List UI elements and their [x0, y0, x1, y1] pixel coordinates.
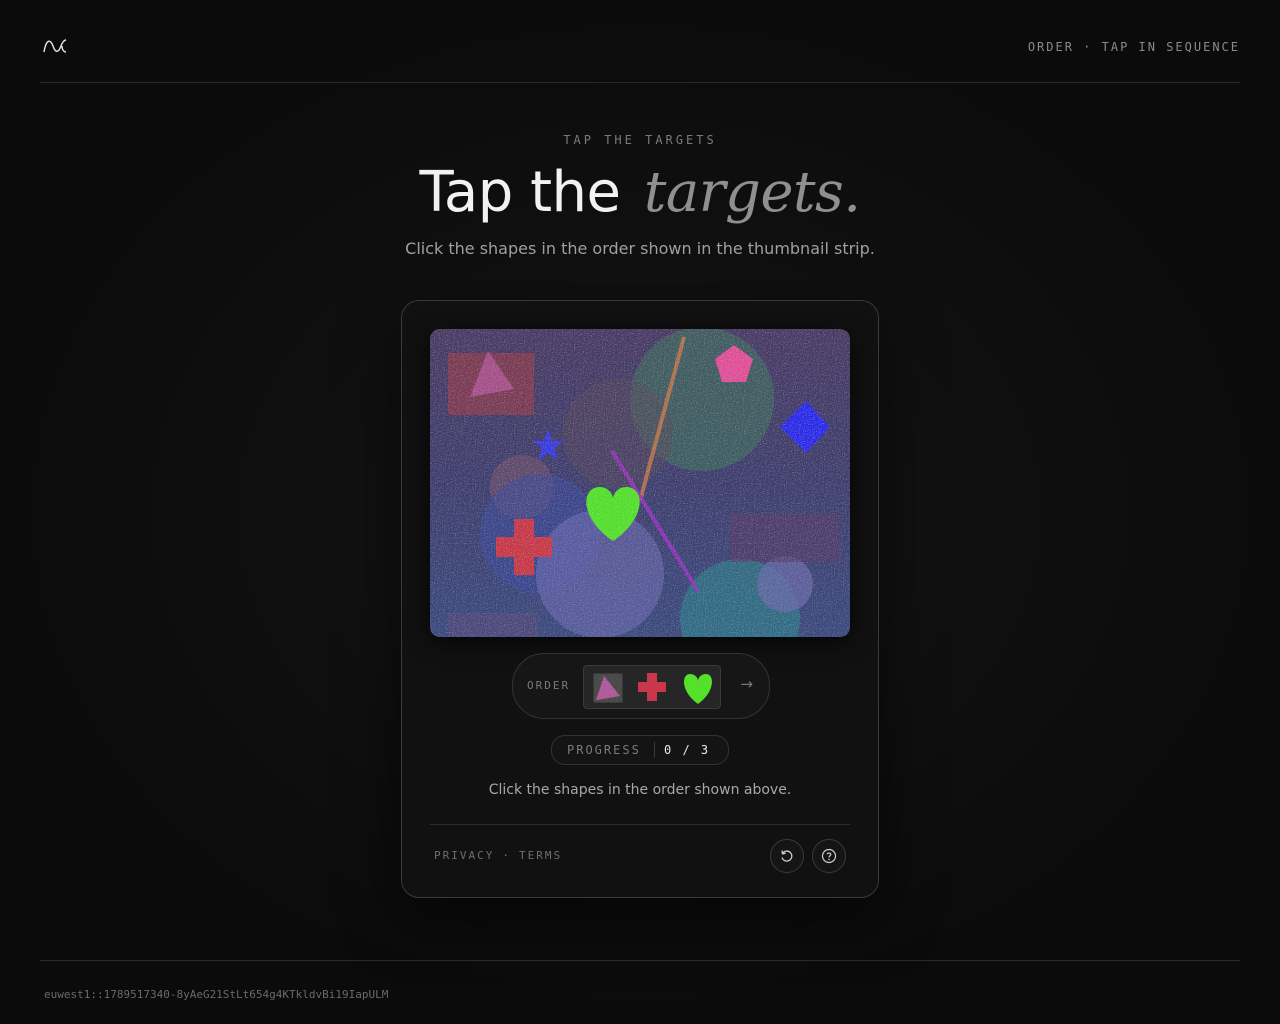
legal-separator: · — [502, 849, 511, 862]
arrow-right-icon: → — [740, 675, 753, 693]
page-subtitle: Click the shapes in the order shown in t… — [405, 239, 875, 258]
mode-label: ORDER · TAP IN SEQUENCE — [1027, 40, 1240, 54]
card-footer: PRIVACY · TERMS — [430, 824, 850, 885]
captcha-page: ORDER · TAP IN SEQUENCE TAP THE TARGETS … — [0, 0, 1280, 1024]
progress-label: PROGRESS — [567, 743, 641, 757]
thumb-cross — [638, 673, 666, 701]
legal-links: PRIVACY · TERMS — [434, 849, 562, 862]
order-thumbnail-strip — [583, 665, 721, 709]
refresh-icon — [781, 850, 793, 862]
order-label: ORDER — [527, 679, 571, 692]
help-icon — [821, 848, 837, 864]
progress-value: 0 / 3 — [664, 743, 711, 757]
privacy-link[interactable]: PRIVACY — [434, 849, 494, 862]
help-button[interactable] — [812, 839, 846, 873]
terms-link[interactable]: TERMS — [519, 849, 562, 862]
order-strip-container: ORDER → — [512, 653, 770, 719]
footer-divider — [40, 960, 1240, 961]
page-title: Tap the targets. — [0, 158, 1280, 228]
progress-indicator: PROGRESS 0 / 3 — [551, 735, 729, 765]
progress-divider — [654, 742, 655, 758]
thumb-heart — [684, 674, 712, 704]
top-bar: ORDER · TAP IN SEQUENCE — [40, 0, 1240, 83]
title-main: Tap the — [419, 160, 621, 225]
wave-logo-icon — [43, 39, 67, 53]
challenge-canvas[interactable] — [430, 329, 850, 637]
eyebrow: TAP THE TARGETS — [563, 133, 717, 147]
challenge-card: ORDER → PROGRESS 0 / 3 Click the shapes … — [401, 300, 879, 898]
instruction-text: Click the shapes in the order shown abov… — [488, 782, 792, 798]
refresh-button[interactable] — [770, 839, 804, 873]
title-emphasis: targets. — [643, 160, 861, 225]
thumb-triangle — [596, 676, 620, 700]
session-id: euwest1::1789517340-8yAeG21StLt654g4KTkl… — [44, 988, 389, 1001]
